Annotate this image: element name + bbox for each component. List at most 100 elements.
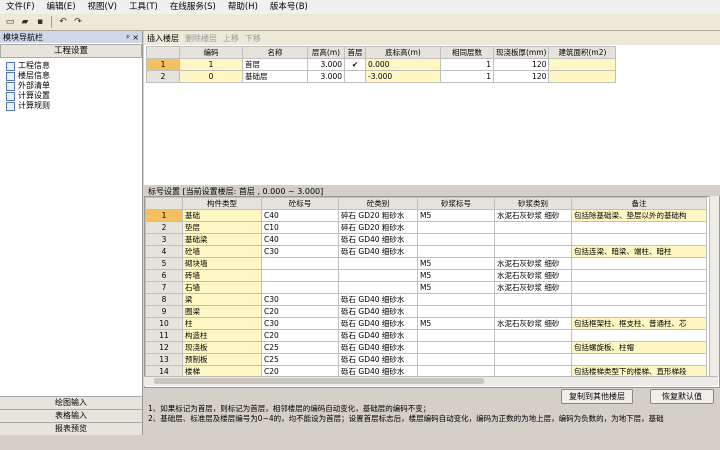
mortar-grade-cell[interactable]: M5 xyxy=(417,269,495,282)
concrete-grade-cell[interactable] xyxy=(261,269,339,282)
grade-row[interactable]: 13 预制板 C25 砾石 GD40 细砂水 xyxy=(145,353,707,366)
concrete-grade-cell[interactable]: C10 xyxy=(261,221,339,234)
concrete-grade-cell[interactable]: C40 xyxy=(261,233,339,246)
concrete-grade-cell[interactable]: C20 xyxy=(261,329,339,342)
concrete-class-cell[interactable]: 砾石 GD40 细砂水 xyxy=(338,329,418,342)
mortar-class-cell[interactable]: 水泥石灰砂浆 细砂 xyxy=(494,209,572,222)
floor-row[interactable]: 1 1 首层 3.000 ✔ 0.000 1 120 xyxy=(146,58,617,71)
menu-version[interactable]: 版本号(B) xyxy=(264,0,314,14)
floor-base-cell[interactable]: 0.000 xyxy=(365,58,441,71)
mortar-grade-cell[interactable] xyxy=(417,305,495,318)
remark-cell[interactable]: 包括除基础梁、垫层以外的基础构 xyxy=(571,209,707,222)
mortar-grade-cell[interactable]: M5 xyxy=(417,317,495,330)
first-floor-checkbox[interactable] xyxy=(344,70,366,83)
grade-row[interactable]: 3 基础梁 C40 砾石 GD40 细砂水 xyxy=(145,233,707,246)
menu-online[interactable]: 在线服务(S) xyxy=(164,0,222,14)
mortar-class-cell[interactable] xyxy=(494,221,572,234)
mortar-class-cell[interactable]: 水泥石灰砂浆 细砂 xyxy=(494,317,572,330)
concrete-class-cell[interactable]: 砾石 GD40 细砂水 xyxy=(338,305,418,318)
grade-row[interactable]: 1 基础 C40 碎石 GD20 粗砂水 M5 水泥石灰砂浆 细砂 包括除基础梁、垫层以外的… xyxy=(145,209,707,222)
menu-help[interactable]: 帮助(H) xyxy=(222,0,264,14)
concrete-class-cell[interactable]: 砾石 GD40 细砂水 xyxy=(338,293,418,306)
grade-row[interactable]: 7 石墙 M5 水泥石灰砂浆 细砂 xyxy=(145,281,707,294)
menu-tools[interactable]: 工具(T) xyxy=(123,0,164,14)
concrete-grade-cell[interactable] xyxy=(261,257,339,270)
concrete-class-cell[interactable]: 砾石 GD40 细砂水 xyxy=(338,317,418,330)
tree-item-calc-settings[interactable]: 计算设置 xyxy=(6,91,142,101)
restore-defaults-button[interactable]: 恢复默认值 xyxy=(650,389,714,404)
project-settings-header[interactable]: 工程设置 xyxy=(0,44,142,58)
remark-cell[interactable]: 包括螺旋板、柱帽 xyxy=(571,341,707,354)
component-type-cell[interactable]: 现浇板 xyxy=(182,341,262,354)
component-type-cell[interactable]: 构造柱 xyxy=(182,329,262,342)
concrete-class-cell[interactable]: 砾石 GD40 细砂水 xyxy=(338,353,418,366)
component-type-cell[interactable]: 圈梁 xyxy=(182,305,262,318)
mortar-class-cell[interactable] xyxy=(494,293,572,306)
concrete-class-cell[interactable]: 碎石 GD20 粗砂水 xyxy=(338,221,418,234)
mortar-grade-cell[interactable] xyxy=(417,293,495,306)
mortar-class-cell[interactable]: 水泥石灰砂浆 细砂 xyxy=(494,257,572,270)
concrete-grade-cell[interactable]: C40 xyxy=(261,209,339,222)
concrete-class-cell[interactable]: 砾石 GD40 细砂水 xyxy=(338,233,418,246)
remark-cell[interactable] xyxy=(571,305,707,318)
concrete-class-cell[interactable]: 砾石 GD40 细砂水 xyxy=(338,341,418,354)
component-type-cell[interactable]: 梁 xyxy=(182,293,262,306)
close-icon[interactable]: × xyxy=(132,33,139,42)
mortar-grade-cell[interactable]: M5 xyxy=(417,281,495,294)
mortar-grade-cell[interactable] xyxy=(417,221,495,234)
grade-row[interactable]: 4 砼墙 C30 砾石 GD40 细砂水 包括连梁、暗梁、端柱、暗柱 xyxy=(145,245,707,258)
delete-floor-button[interactable]: 删除楼层 xyxy=(185,33,217,44)
mortar-grade-cell[interactable] xyxy=(417,329,495,342)
floor-base-cell[interactable]: -3.000 xyxy=(365,70,441,83)
concrete-class-cell[interactable]: 碎石 GD20 粗砂水 xyxy=(338,209,418,222)
grade-row[interactable]: 5 砌块墙 M5 水泥石灰砂浆 细砂 xyxy=(145,257,707,270)
concrete-grade-cell[interactable]: C25 xyxy=(261,341,339,354)
move-up-button[interactable]: 上移 xyxy=(223,33,239,44)
concrete-class-cell[interactable] xyxy=(338,257,418,270)
component-type-cell[interactable]: 基础 xyxy=(182,209,262,222)
grade-row[interactable]: 10 柱 C30 砾石 GD40 细砂水 M5 水泥石灰砂浆 细砂 包括框架柱、框支柱、普通… xyxy=(145,317,707,330)
mortar-class-cell[interactable]: 水泥石灰砂浆 细砂 xyxy=(494,281,572,294)
remark-cell[interactable] xyxy=(571,281,707,294)
open-folder-icon[interactable]: ▰ xyxy=(19,16,31,28)
remark-cell[interactable]: 包括连梁、暗梁、端柱、暗柱 xyxy=(571,245,707,258)
scroll-thumb[interactable] xyxy=(154,378,484,384)
mortar-grade-cell[interactable] xyxy=(417,245,495,258)
copy-to-floors-button[interactable]: 复制到其他楼层 xyxy=(561,389,633,404)
component-type-cell[interactable]: 柱 xyxy=(182,317,262,330)
insert-floor-button[interactable]: 插入楼层 xyxy=(147,33,179,44)
concrete-grade-cell[interactable]: C30 xyxy=(261,245,339,258)
concrete-grade-cell[interactable]: C30 xyxy=(261,293,339,306)
menu-file[interactable]: 文件(F) xyxy=(0,0,41,14)
mortar-grade-cell[interactable]: M5 xyxy=(417,257,495,270)
floor-code-cell[interactable]: 0 xyxy=(179,70,243,83)
floor-row[interactable]: 2 0 基础层 3.000 -3.000 1 120 xyxy=(146,70,617,83)
first-floor-checkbox[interactable]: ✔ xyxy=(344,58,366,71)
grade-row[interactable]: 9 圈梁 C20 砾石 GD40 细砂水 xyxy=(145,305,707,318)
tree-item-project-info[interactable]: 工程信息 xyxy=(6,61,142,71)
concrete-grade-cell[interactable]: C20 xyxy=(261,305,339,318)
tree-item-floor-info[interactable]: 楼层信息 xyxy=(6,71,142,81)
floor-height-cell[interactable]: 3.000 xyxy=(307,58,345,71)
floor-code-cell[interactable]: 1 xyxy=(179,58,243,71)
mortar-grade-cell[interactable]: M5 xyxy=(417,209,495,222)
floor-name-cell[interactable]: 首层 xyxy=(242,58,308,71)
floor-same-cell[interactable]: 1 xyxy=(440,70,494,83)
grade-row[interactable]: 2 垫层 C10 碎石 GD20 粗砂水 xyxy=(145,221,707,234)
mortar-class-cell[interactable] xyxy=(494,245,572,258)
grade-row[interactable]: 11 构造柱 C20 砾石 GD40 细砂水 xyxy=(145,329,707,342)
report-preview-tab[interactable]: 报表预览 xyxy=(0,422,142,435)
floor-area-cell[interactable] xyxy=(548,70,617,83)
tree-item-external-list[interactable]: 外部清单 xyxy=(6,81,142,91)
component-type-cell[interactable]: 砌块墙 xyxy=(182,257,262,270)
remark-cell[interactable] xyxy=(571,353,707,366)
remark-cell[interactable] xyxy=(571,257,707,270)
drawing-input-tab[interactable]: 绘图输入 xyxy=(0,396,142,409)
table-input-tab[interactable]: 表格输入 xyxy=(0,409,142,422)
floor-height-cell[interactable]: 3.000 xyxy=(307,70,345,83)
remark-cell[interactable] xyxy=(571,221,707,234)
concrete-grade-cell[interactable] xyxy=(261,281,339,294)
mortar-class-cell[interactable]: 水泥石灰砂浆 细砂 xyxy=(494,269,572,282)
move-down-button[interactable]: 下移 xyxy=(245,33,261,44)
grade-row[interactable]: 12 现浇板 C25 砾石 GD40 细砂水 包括螺旋板、柱帽 xyxy=(145,341,707,354)
